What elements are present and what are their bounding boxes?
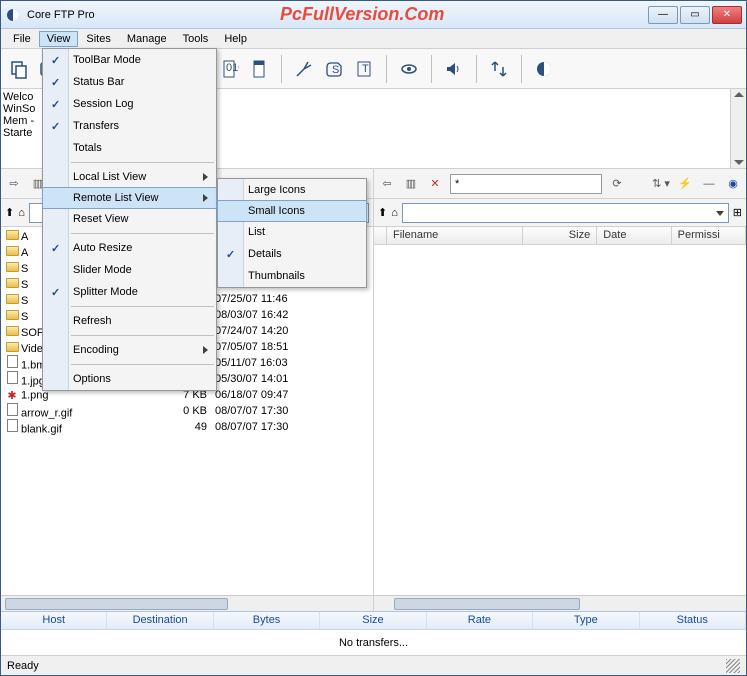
remote-action-icon[interactable]: ⚡ xyxy=(676,175,694,193)
view-dropdown: ToolBar ModeStatus BarSession LogTransfe… xyxy=(42,48,217,391)
qcol-host[interactable]: Host xyxy=(1,612,107,629)
remote-filter-input[interactable] xyxy=(450,174,602,194)
remote-filelist[interactable]: Filename Size Date Permissi xyxy=(374,227,746,611)
app-icon xyxy=(5,7,21,23)
qcol-size[interactable]: Size xyxy=(320,612,426,629)
file-row[interactable]: arrow_r.gif0 KB08/07/07 17:30 xyxy=(1,403,373,419)
menuitem-auto-resize[interactable]: Auto Resize xyxy=(43,237,216,259)
transfer-icon[interactable] xyxy=(485,55,513,83)
menuitem-transfers[interactable]: Transfers xyxy=(43,115,216,137)
remote-up-icon[interactable]: ⬆ xyxy=(378,206,387,219)
sound-icon[interactable] xyxy=(440,55,468,83)
local-home-icon[interactable]: ⌂ xyxy=(18,207,25,219)
window-title: Core FTP Pro xyxy=(27,9,95,21)
status-text: Ready xyxy=(7,660,39,672)
submenuitem-details[interactable]: Details xyxy=(218,243,366,265)
svg-text:S: S xyxy=(332,64,339,76)
menuitem-totals[interactable]: Totals xyxy=(43,137,216,159)
transfer-queue: Host Destination Bytes Size Rate Type St… xyxy=(1,611,746,655)
menuitem-remote-list-view[interactable]: Remote List View xyxy=(42,187,217,209)
view-icon[interactable] xyxy=(395,55,423,83)
remote-toolbar: ⇦ ▥ ✕ ⟳ ⇅ ▾ ⚡ — ◉ xyxy=(374,169,746,199)
menuitem-status-bar[interactable]: Status Bar xyxy=(43,71,216,93)
qcol-type[interactable]: Type xyxy=(533,612,639,629)
log-scrollbar[interactable] xyxy=(730,89,746,168)
local-upload-icon[interactable]: ⇨ xyxy=(5,175,23,193)
remote-mode-icon[interactable]: ⇅ ▾ xyxy=(652,175,670,193)
doc2-icon[interactable]: 010 xyxy=(215,55,243,83)
remote-refresh-icon[interactable]: ⟳ xyxy=(608,175,626,193)
qcol-rate[interactable]: Rate xyxy=(427,612,533,629)
remote-delete-icon[interactable]: ✕ xyxy=(426,175,444,193)
menuitem-session-log[interactable]: Session Log xyxy=(43,93,216,115)
doc3-icon[interactable] xyxy=(245,55,273,83)
submenuitem-thumbnails[interactable]: Thumbnails xyxy=(218,265,366,287)
qcol-status[interactable]: Status xyxy=(640,612,746,629)
menuitem-local-list-view[interactable]: Local List View xyxy=(43,166,216,188)
remote-hscroll[interactable] xyxy=(374,595,746,611)
menu-manage[interactable]: Manage xyxy=(119,31,175,47)
close-button[interactable]: ✕ xyxy=(712,6,742,24)
schedule-icon[interactable]: S xyxy=(320,55,348,83)
svg-text:T: T xyxy=(362,63,369,75)
qcol-dest[interactable]: Destination xyxy=(107,612,213,629)
col-perm[interactable]: Permissi xyxy=(672,227,746,244)
col-date[interactable]: Date xyxy=(597,227,671,244)
submenuitem-list[interactable]: List xyxy=(218,221,366,243)
col-size[interactable]: Size xyxy=(523,227,597,244)
qcol-bytes[interactable]: Bytes xyxy=(214,612,320,629)
local-up-icon[interactable]: ⬆ xyxy=(5,206,14,219)
menu-file[interactable]: File xyxy=(5,31,39,47)
menu-help[interactable]: Help xyxy=(216,31,255,47)
remote-home-icon[interactable]: ⌂ xyxy=(391,207,398,219)
titlebar: Core FTP Pro — ▭ ✕ xyxy=(1,1,746,29)
remote-newfolder-icon[interactable]: ⊞ xyxy=(733,206,742,219)
remote-path-combo[interactable] xyxy=(402,203,729,223)
template-icon[interactable]: T xyxy=(350,55,378,83)
submenuitem-small-icons[interactable]: Small Icons xyxy=(217,200,367,222)
maximize-button[interactable]: ▭ xyxy=(680,6,710,24)
queue-empty-text: No transfers... xyxy=(1,630,746,655)
menuitem-refresh[interactable]: Refresh xyxy=(43,310,216,332)
file-row[interactable]: blank.gif4908/07/07 17:30 xyxy=(1,419,373,435)
menu-tools[interactable]: Tools xyxy=(175,31,217,47)
svg-text:010: 010 xyxy=(226,62,239,74)
menuitem-reset-view[interactable]: Reset View xyxy=(43,208,216,230)
menuitem-splitter-mode[interactable]: Splitter Mode xyxy=(43,281,216,303)
remote-download-icon[interactable]: ⇦ xyxy=(378,175,396,193)
log-left-gutter: WelcoWinSoMem -Starte xyxy=(1,89,41,168)
menu-view[interactable]: View xyxy=(39,31,79,47)
menuitem-options[interactable]: Options xyxy=(43,368,216,390)
remote-pane: ⇦ ▥ ✕ ⟳ ⇅ ▾ ⚡ — ◉ ⬆ ⌂ ⊞ Filename xyxy=(374,169,746,611)
col-filename[interactable]: Filename xyxy=(387,227,523,244)
menubar: File View Sites Manage Tools Help xyxy=(1,29,746,49)
submenuitem-large-icons[interactable]: Large Icons xyxy=(218,179,366,201)
menuitem-encoding[interactable]: Encoding xyxy=(43,339,216,361)
menuitem-toolbar-mode[interactable]: ToolBar Mode xyxy=(43,49,216,71)
resize-grip[interactable] xyxy=(726,659,740,673)
remote-listview-submenu: Large IconsSmall IconsListDetailsThumbna… xyxy=(217,178,367,288)
local-hscroll[interactable] xyxy=(1,595,373,611)
remote-tree-icon[interactable]: ▥ xyxy=(402,175,420,193)
globe-icon[interactable] xyxy=(530,55,558,83)
connect-icon[interactable] xyxy=(5,55,33,83)
settings-icon[interactable] xyxy=(290,55,318,83)
statusbar: Ready xyxy=(1,655,746,675)
menuitem-slider-mode[interactable]: Slider Mode xyxy=(43,259,216,281)
remote-stop-icon[interactable]: ◉ xyxy=(724,175,742,193)
remote-nav: ⬆ ⌂ ⊞ xyxy=(374,199,746,227)
menu-sites[interactable]: Sites xyxy=(78,31,118,47)
minimize-button[interactable]: — xyxy=(648,6,678,24)
remote-abort-icon[interactable]: — xyxy=(700,175,718,193)
